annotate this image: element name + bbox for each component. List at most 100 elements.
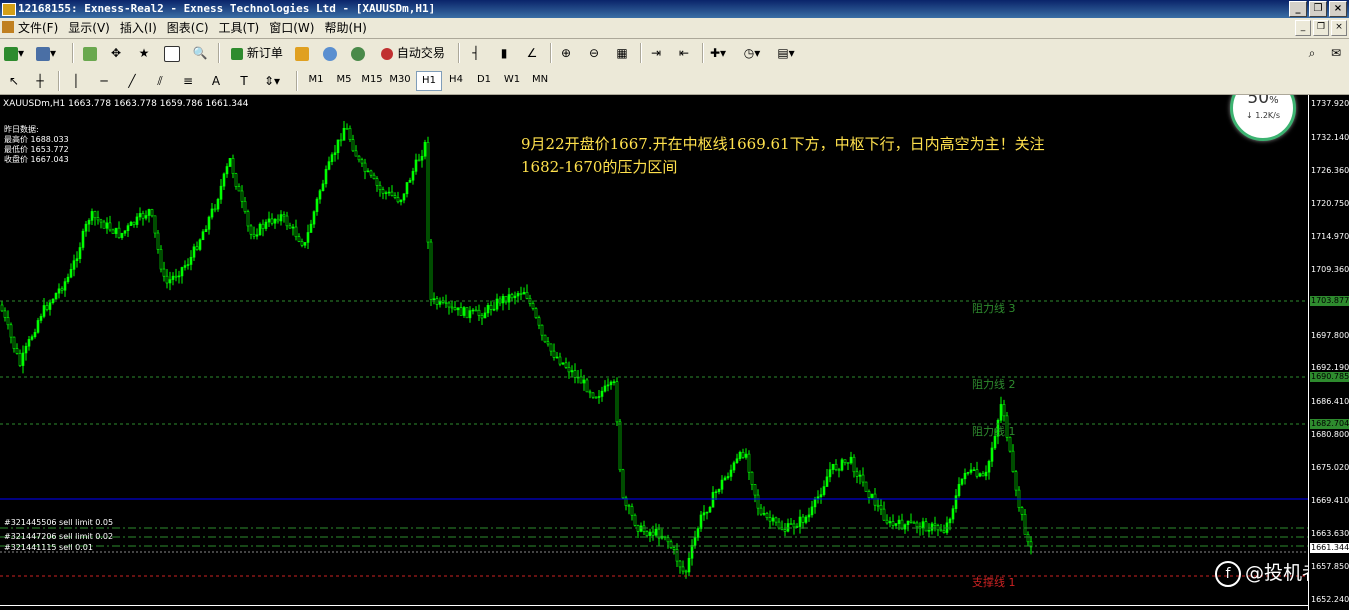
bar-chart-icon[interactable]: ┤: [466, 43, 486, 63]
resistance-3-label: 阻力线 3: [972, 302, 1016, 315]
resistance-1-label: 阻力线 1: [972, 425, 1016, 438]
mdi-close-button[interactable]: ×: [1331, 20, 1347, 36]
auto-trading-button[interactable]: 自动交易: [376, 43, 450, 63]
vertical-line-icon[interactable]: │: [66, 71, 86, 91]
chart-shift-icon[interactable]: ⇤: [674, 43, 694, 63]
tester-icon[interactable]: 🔍: [190, 43, 210, 63]
symbol-header: XAUUSDm,H1 1663.778 1663.778 1659.786 16…: [3, 99, 249, 109]
price-label: 1737.920: [1311, 99, 1349, 108]
speed-rate: ↓ 1.2K/s: [1245, 111, 1281, 120]
mdi-restore-button[interactable]: ❐: [1313, 20, 1329, 36]
timeframe-m15[interactable]: M15: [360, 71, 384, 89]
yesterday-low: 最低价 1653.772: [4, 145, 69, 154]
metaeditor-icon[interactable]: [292, 43, 312, 63]
timeframe-h4[interactable]: H4: [444, 71, 468, 89]
notifications-icon[interactable]: ✉: [1326, 43, 1346, 63]
menu-window[interactable]: 窗口(W): [269, 20, 324, 36]
drawing-toolbar: ↖ ┼ │ ─ ╱ ⫽ ≡ A T ⇕▾ M1 M5 M15 M30 H1 H4…: [0, 67, 1349, 95]
horizontal-line-icon[interactable]: ─: [94, 71, 114, 91]
price-label: 1714.970: [1311, 232, 1349, 241]
price-label: 1652.240: [1311, 595, 1349, 604]
price-label: 1680.800: [1311, 430, 1349, 439]
text-icon[interactable]: A: [206, 71, 226, 91]
price-label: 1720.750: [1311, 199, 1349, 208]
order-label-2: #321447206 sell limit 0.02: [4, 532, 114, 541]
terminal-icon[interactable]: [162, 43, 182, 63]
timeframe-mn[interactable]: MN: [528, 71, 552, 89]
templates-icon[interactable]: ▤▾: [776, 43, 796, 63]
periods-icon[interactable]: ◷▾: [742, 43, 762, 63]
price-label: 1692.190: [1311, 363, 1349, 372]
watermark-logo-icon: f: [1215, 560, 1241, 587]
timeframe-w1[interactable]: W1: [500, 71, 524, 89]
price-label: 1669.410: [1311, 496, 1349, 505]
resistance-3-price-tag: 1703.877: [1310, 296, 1349, 306]
menu-bar: 文件(F) 显示(V) 插入(I) 图表(C) 工具(T) 窗口(W) 帮助(H…: [0, 18, 1349, 39]
price-label: 1675.020: [1311, 463, 1349, 472]
watermark: f @投机者: [1215, 558, 1321, 587]
price-chart[interactable]: XAUUSDm,H1 1663.778 1663.778 1659.786 16…: [0, 95, 1349, 610]
resistance-1-price-tag: 1682.704: [1310, 419, 1349, 429]
line-chart-icon[interactable]: ∠: [522, 43, 542, 63]
order-label-3: #321441115 sell 0.01: [4, 543, 93, 552]
price-label: 1697.800: [1311, 331, 1349, 340]
text-label-icon[interactable]: T: [234, 71, 254, 91]
price-label: 1686.410: [1311, 397, 1349, 406]
auto-trading-label: 自动交易: [396, 46, 445, 60]
app-icon: [2, 3, 16, 16]
price-label: 1709.360: [1311, 265, 1349, 274]
profiles-icon[interactable]: ▾: [36, 43, 56, 63]
menu-file[interactable]: 文件(F): [18, 20, 68, 36]
timeframe-m30[interactable]: M30: [388, 71, 412, 89]
restore-button[interactable]: ❐: [1309, 1, 1327, 17]
indicators-icon[interactable]: ✚▾: [708, 43, 728, 63]
yesterday-info: 昨日数据: 最高价 1688.033 最低价 1653.772 收盘价 1667…: [4, 125, 69, 165]
cursor-icon[interactable]: ↖: [4, 71, 24, 91]
chart-doc-icon[interactable]: [2, 21, 14, 33]
new-order-button[interactable]: 新订单: [226, 43, 288, 63]
candlestick-icon[interactable]: ▮: [494, 43, 514, 63]
timeframe-m5[interactable]: M5: [332, 71, 356, 89]
fibonacci-icon[interactable]: ≡: [178, 71, 198, 91]
tile-windows-icon[interactable]: ▦: [612, 43, 632, 63]
yesterday-high: 最高价 1688.033: [4, 135, 69, 144]
zoom-in-icon[interactable]: ⊕: [556, 43, 576, 63]
autoscroll-icon[interactable]: ⇥: [646, 43, 666, 63]
menu-insert[interactable]: 插入(I): [120, 20, 167, 36]
price-label: 1663.630: [1311, 529, 1349, 538]
arrows-icon[interactable]: ⇕▾: [262, 71, 282, 91]
favorites-icon[interactable]: ★: [134, 43, 154, 63]
menu-help[interactable]: 帮助(H): [324, 20, 376, 36]
new-chart-icon[interactable]: ▾: [4, 43, 24, 63]
market-watch-icon[interactable]: [80, 43, 100, 63]
resistance-2-label: 阻力线 2: [972, 378, 1016, 391]
menu-view[interactable]: 显示(V): [68, 20, 120, 36]
zoom-out-icon[interactable]: ⊖: [584, 43, 604, 63]
community-icon[interactable]: [348, 43, 368, 63]
resistance-2-price-tag: 1690.785: [1310, 372, 1349, 382]
crosshair-nav-icon[interactable]: ✥: [106, 43, 126, 63]
menu-tools[interactable]: 工具(T): [219, 20, 270, 36]
price-label: 1732.140: [1311, 133, 1349, 142]
window-title: 12168155: Exness-Real2 - Exness Technolo…: [18, 2, 436, 15]
menu-charts[interactable]: 图表(C): [167, 20, 219, 36]
price-label: 1657.850: [1311, 562, 1349, 571]
annotation-line-1: 9月22开盘价1667.开在中枢线1669.61下方，中枢下行，日内高空为主！关…: [521, 135, 1045, 153]
minimize-button[interactable]: _: [1289, 1, 1307, 17]
crosshair-icon[interactable]: ┼: [30, 71, 50, 91]
search-icon[interactable]: ⌕: [1302, 43, 1322, 63]
timeframe-m1[interactable]: M1: [304, 71, 328, 89]
annotation-line-2: 1682-1670的压力区间: [521, 158, 678, 176]
timeframe-d1[interactable]: D1: [472, 71, 496, 89]
timeframe-h1[interactable]: H1: [416, 71, 442, 91]
yesterday-close: 收盘价 1667.043: [4, 155, 69, 164]
price-axis[interactable]: 1737.920 1732.140 1726.360 1720.750 1714…: [1308, 95, 1349, 610]
mdi-minimize-button[interactable]: _: [1295, 20, 1311, 36]
trendline-icon[interactable]: ╱: [122, 71, 142, 91]
signals-icon[interactable]: [320, 43, 340, 63]
speed-percent: 50%: [1247, 95, 1279, 108]
order-label-1: #321445506 sell limit 0.05: [4, 518, 114, 527]
close-button[interactable]: ×: [1329, 1, 1347, 17]
channel-icon[interactable]: ⫽: [150, 71, 170, 91]
time-axis: [0, 605, 1308, 610]
